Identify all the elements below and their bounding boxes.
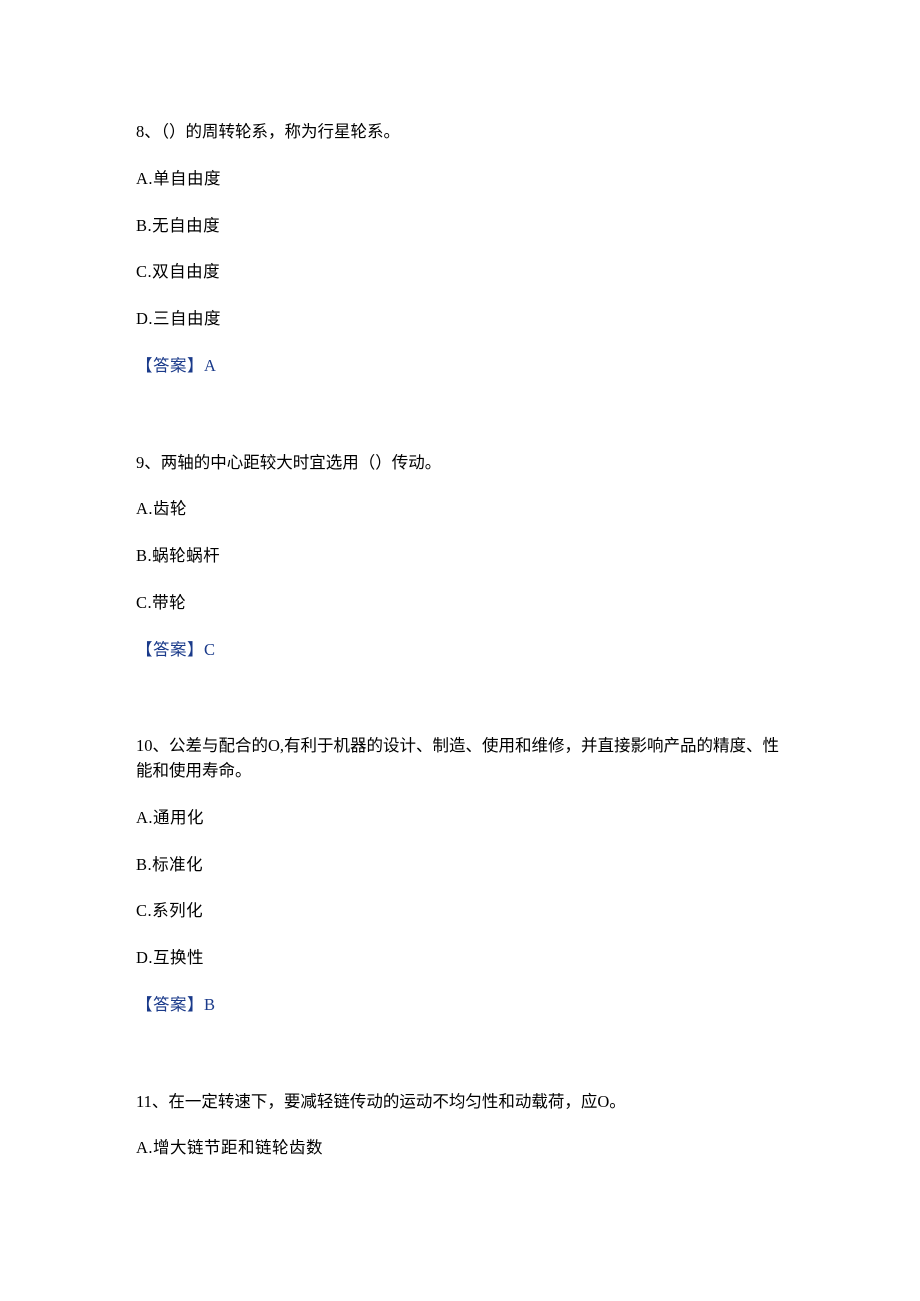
answer: 【答案】B — [136, 993, 784, 1018]
option-text: 标准化 — [152, 855, 203, 874]
option-text: 无自由度 — [152, 216, 220, 235]
question-stem: 两轴的中心距较大时宜选用（）传动。 — [161, 453, 442, 472]
question-number: 8、 — [136, 122, 161, 141]
option-c: C.带轮 — [136, 591, 784, 616]
option-a: A.单自由度 — [136, 167, 784, 192]
answer-label: 【答案】 — [136, 356, 204, 375]
question-number: 9、 — [136, 453, 161, 472]
option-d: D.互换性 — [136, 946, 784, 971]
question-8: 8、（）的周转轮系，称为行星轮系。 A.单自由度 B.无自由度 C.双自由度 D… — [136, 120, 784, 379]
option-label: A. — [136, 499, 153, 518]
page: 8、（）的周转轮系，称为行星轮系。 A.单自由度 B.无自由度 C.双自由度 D… — [0, 0, 920, 1301]
option-text: 单自由度 — [153, 169, 221, 188]
answer-label: 【答案】 — [136, 640, 204, 659]
question-number: 10、 — [136, 736, 169, 755]
option-label: C. — [136, 262, 152, 281]
answer: 【答案】C — [136, 638, 784, 663]
option-text: 蜗轮蜗杆 — [152, 546, 220, 565]
option-label: C. — [136, 593, 152, 612]
question-text: 9、两轴的中心距较大时宜选用（）传动。 — [136, 451, 784, 476]
option-b: B.标准化 — [136, 853, 784, 878]
answer-value: A — [204, 356, 216, 375]
question-text: 8、（）的周转轮系，称为行星轮系。 — [136, 120, 784, 145]
question-number: 11、 — [136, 1092, 168, 1111]
question-11: 11、在一定转速下，要减轻链传动的运动不均匀性和动载荷，应O。 A.增大链节距和… — [136, 1090, 784, 1162]
option-label: D. — [136, 948, 153, 967]
option-label: D. — [136, 309, 153, 328]
option-b: B.无自由度 — [136, 214, 784, 239]
option-label: B. — [136, 855, 152, 874]
question-stem: （）的周转轮系，称为行星轮系。 — [161, 122, 400, 141]
option-label: A. — [136, 1138, 153, 1157]
question-9: 9、两轴的中心距较大时宜选用（）传动。 A.齿轮 B.蜗轮蜗杆 C.带轮 【答案… — [136, 451, 784, 663]
option-d: D.三自由度 — [136, 307, 784, 332]
option-label: B. — [136, 216, 152, 235]
option-a: A.齿轮 — [136, 497, 784, 522]
option-text: 三自由度 — [153, 309, 221, 328]
option-a: A.通用化 — [136, 806, 784, 831]
question-10: 10、公差与配合的O,有利于机器的设计、制造、使用和维修，并直接影响产品的精度、… — [136, 734, 784, 1017]
question-stem: 在一定转速下，要减轻链传动的运动不均匀性和动载荷，应O。 — [168, 1092, 625, 1111]
option-c: C.系列化 — [136, 899, 784, 924]
option-label: C. — [136, 901, 152, 920]
option-b: B.蜗轮蜗杆 — [136, 544, 784, 569]
option-label: B. — [136, 546, 152, 565]
answer: 【答案】A — [136, 354, 784, 379]
option-text: 增大链节距和链轮齿数 — [153, 1138, 323, 1157]
option-text: 齿轮 — [153, 499, 187, 518]
option-text: 系列化 — [152, 901, 203, 920]
option-text: 带轮 — [152, 593, 186, 612]
answer-value: C — [204, 640, 216, 659]
option-text: 互换性 — [153, 948, 204, 967]
option-text: 通用化 — [153, 808, 204, 827]
option-text: 双自由度 — [152, 262, 220, 281]
answer-label: 【答案】 — [136, 995, 204, 1014]
option-label: A. — [136, 169, 153, 188]
question-stem: 公差与配合的O,有利于机器的设计、制造、使用和维修，并直接影响产品的精度、性能和… — [136, 736, 779, 780]
question-text: 10、公差与配合的O,有利于机器的设计、制造、使用和维修，并直接影响产品的精度、… — [136, 734, 784, 784]
question-text: 11、在一定转速下，要减轻链传动的运动不均匀性和动载荷，应O。 — [136, 1090, 784, 1115]
option-c: C.双自由度 — [136, 260, 784, 285]
option-a: A.增大链节距和链轮齿数 — [136, 1136, 784, 1161]
answer-value: B — [204, 995, 216, 1014]
option-label: A. — [136, 808, 153, 827]
